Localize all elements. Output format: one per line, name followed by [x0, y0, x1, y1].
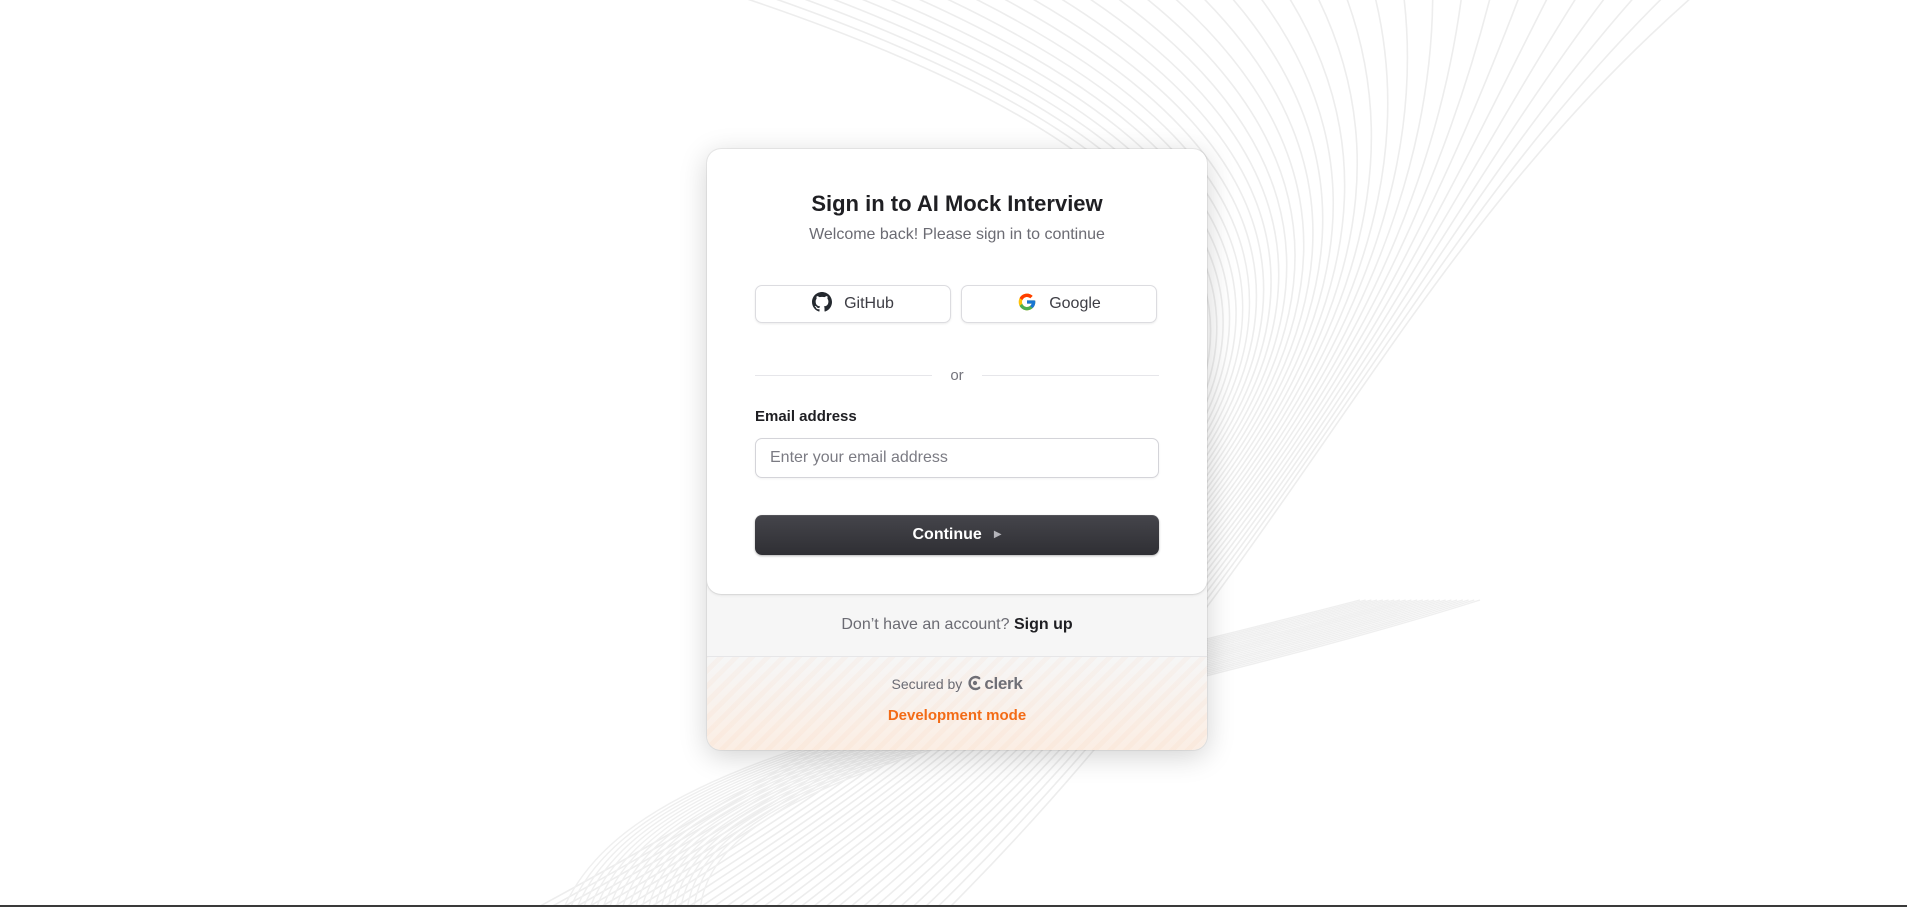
triangle-right-icon: ▶ [993, 529, 1002, 540]
email-field[interactable] [755, 438, 1159, 478]
github-icon [812, 291, 833, 317]
email-label: Email address [755, 408, 857, 425]
clerk-logo[interactable]: clerk [968, 674, 1023, 694]
secured-by-text: Secured by [891, 676, 963, 692]
continue-button[interactable]: Continue ▶ [755, 515, 1159, 555]
sign-up-link[interactable]: Sign up [1014, 616, 1073, 633]
divider-line-right [981, 374, 1159, 376]
sign-in-page: Sign in to AI Mock Interview Welcome bac… [0, 0, 1907, 907]
github-sign-in-button[interactable]: GitHub [755, 285, 951, 323]
google-icon [1017, 292, 1037, 317]
clerk-logo-icon [968, 675, 982, 694]
github-button-label: GitHub [844, 295, 894, 312]
page-title: Sign in to AI Mock Interview [811, 191, 1103, 216]
development-mode-badge: Development mode [887, 707, 1027, 724]
divider-text: or [950, 366, 964, 384]
google-button-label: Google [1049, 295, 1101, 312]
secured-by-row: Secured by clerk [707, 674, 1207, 694]
page-subtitle: Welcome back! Please sign in to continue [809, 226, 1105, 243]
sign-up-prompt: Don’t have an account? Sign up [707, 616, 1207, 634]
google-sign-in-button[interactable]: Google [961, 285, 1157, 323]
clerk-wordmark: clerk [984, 674, 1023, 693]
card-footer: Secured by clerk Development mode [707, 657, 1207, 750]
sign-up-prompt-text: Don’t have an account? [841, 616, 1010, 633]
continue-button-label: Continue [912, 526, 982, 543]
divider-line-left [755, 374, 933, 376]
sign-in-card: Sign in to AI Mock Interview Welcome bac… [707, 149, 1207, 750]
or-divider: or [755, 365, 1159, 385]
sign-in-form-panel: Sign in to AI Mock Interview Welcome bac… [707, 149, 1207, 594]
